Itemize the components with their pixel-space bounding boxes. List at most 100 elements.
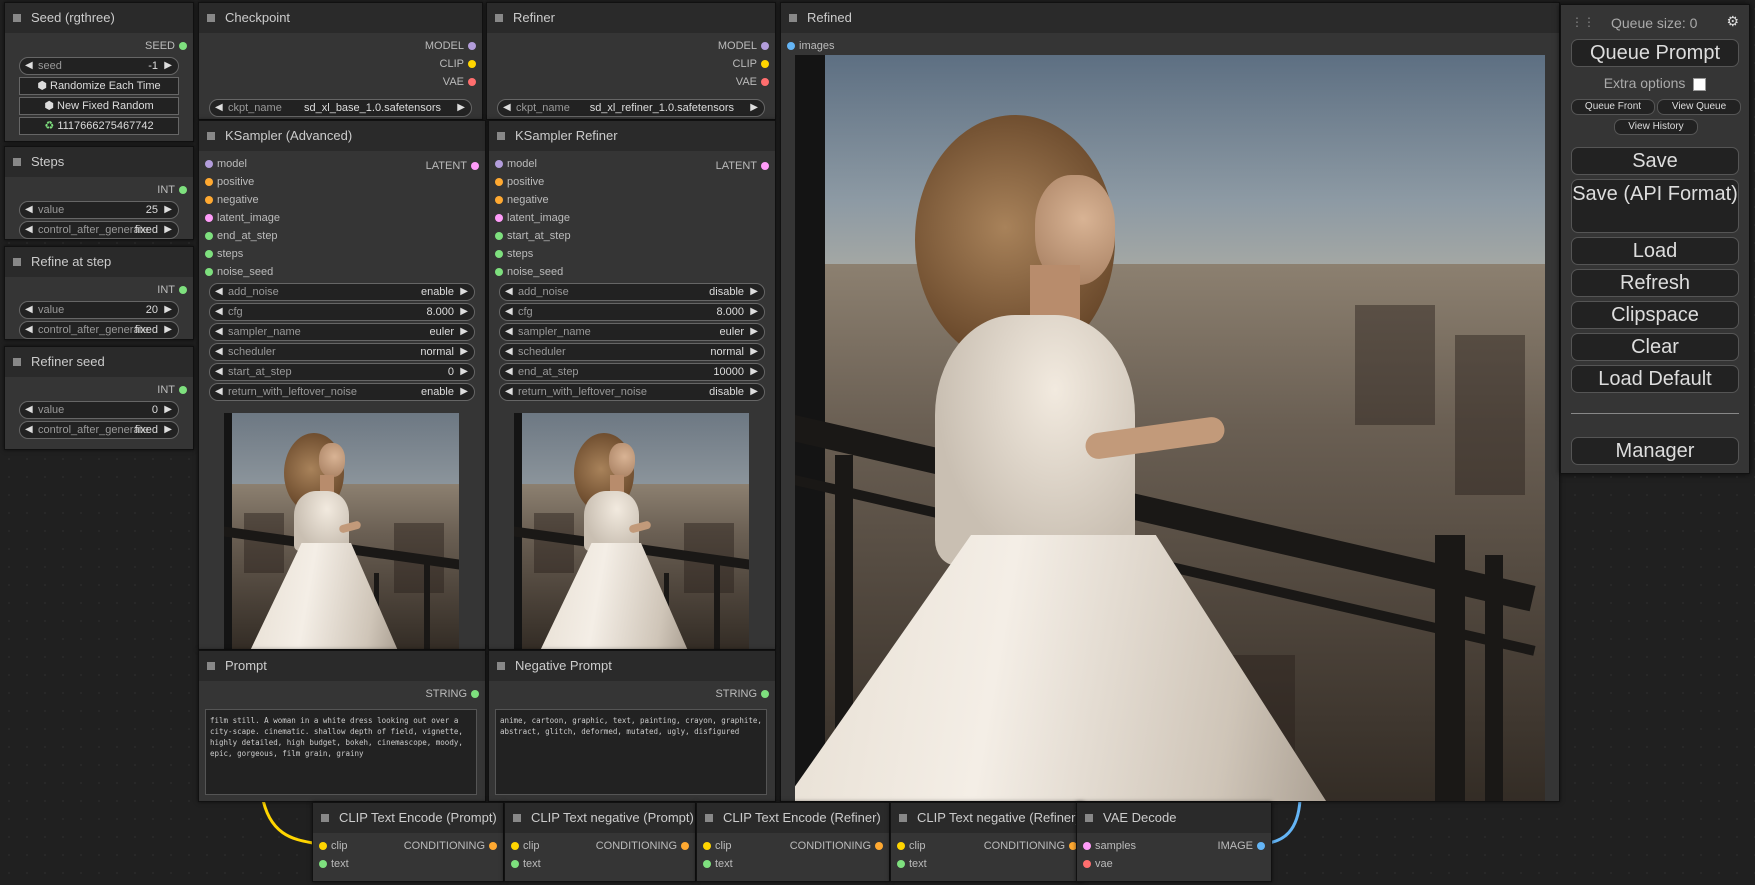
seed-node[interactable]: Seed (rgthree) SEED ◀ seed -1 ▶ ⬢ Randomize… [4,2,194,142]
vae-output[interactable]: VAE [199,73,482,91]
vae-output[interactable]: VAE [487,73,775,91]
steps-node[interactable]: Steps INT ◀ value 25 ▶ ◀ control_after_gener… [4,146,194,240]
string-output[interactable]: STRING [199,685,485,703]
positive-input[interactable]: positive [199,173,485,191]
refiner-node[interactable]: Refiner MODEL CLIP VAE ◀ ckpt_name sd_xl_r… [486,2,776,120]
clip-output[interactable]: CLIP [199,55,482,73]
steps-input[interactable]: steps [489,245,775,263]
ksampler-advanced-node[interactable]: KSampler (Advanced) LATENT model positiv… [198,120,486,650]
value-widget[interactable]: ◀ value 20 ▶ [19,301,179,319]
text-input[interactable]: text [891,855,1083,873]
save-button[interactable]: Save [1571,147,1739,175]
view-history-button[interactable]: View History [1614,119,1698,135]
images-input[interactable]: images [781,37,1559,55]
ksampler-refiner-node[interactable]: KSampler Refiner LATENT model positive n… [488,120,776,650]
noise-seed-input[interactable]: noise_seed [489,263,775,281]
model-input[interactable]: model [489,155,775,173]
node-title[interactable]: Negative Prompt [489,651,775,681]
model-output[interactable]: MODEL [487,37,775,55]
checkpoint-node[interactable]: Checkpoint MODEL CLIP VAE ◀ ckpt_name sd_x… [198,2,483,120]
clip-output[interactable]: CLIP [487,55,775,73]
refined-node[interactable]: Refined images [780,2,1560,802]
node-title[interactable]: KSampler (Advanced) [199,121,485,151]
model-input[interactable]: model [199,155,485,173]
int-output[interactable]: INT [5,381,193,399]
load-button[interactable]: Load [1571,237,1739,265]
negative-prompt-textarea[interactable]: anime, cartoon, graphic, text, painting,… [495,709,767,795]
node-title[interactable]: Refine at step [5,247,193,277]
negative-prompt-node[interactable]: Negative Prompt STRING anime, cartoon, g… [488,650,776,802]
string-output[interactable]: STRING [489,685,775,703]
refresh-button[interactable]: Refresh [1571,269,1739,297]
value-widget[interactable]: ◀ value 0 ▶ [19,401,179,419]
cfg-widget[interactable]: ◀ cfg 8.000 ▶ [209,303,475,321]
gear-icon[interactable]: ⚙ [1726,13,1739,30]
int-output[interactable]: INT [5,281,193,299]
randomize-button[interactable]: ⬢ Randomize Each Time [19,77,179,95]
steps-input[interactable]: steps [199,245,485,263]
return-leftover-widget[interactable]: ◀ return_with_leftover_noise disable ▶ [499,383,765,401]
node-title[interactable]: CLIP Text negative (Refiner) [891,803,1083,833]
end-at-step-widget[interactable]: ◀ end_at_step 10000 ▶ [499,363,765,381]
return-leftover-widget[interactable]: ◀ return_with_leftover_noise enable ▶ [209,383,475,401]
vae-input[interactable]: vae [1077,855,1271,873]
prompt-node[interactable]: Prompt STRING film still. A woman in a w… [198,650,486,802]
node-title[interactable]: Prompt [199,651,485,681]
queue-front-button[interactable]: Queue Front [1571,99,1655,115]
ckpt-name-widget[interactable]: ◀ ckpt_name sd_xl_refiner_1.0.safetensors ▶ [497,99,765,117]
node-title[interactable]: Seed (rgthree) [5,3,193,33]
clip-input[interactable]: clip [313,837,503,855]
node-title[interactable]: CLIP Text Encode (Prompt) [313,803,503,833]
cfg-widget[interactable]: ◀ cfg 8.000 ▶ [499,303,765,321]
extra-options-checkbox[interactable] [1693,77,1707,91]
clipspace-button[interactable]: Clipspace [1571,301,1739,329]
control-widget[interactable]: ◀ control_after_generate fixed ▶ [19,421,179,439]
refiner-seed-node[interactable]: Refiner seed INT ◀ value 0 ▶ ◀ control_after… [4,346,194,450]
sampler-name-widget[interactable]: ◀ sampler_name euler ▶ [209,323,475,341]
scheduler-widget[interactable]: ◀ scheduler normal ▶ [209,343,475,361]
queue-prompt-button[interactable]: Queue Prompt [1571,39,1739,67]
node-title[interactable]: CLIP Text Encode (Refiner) [697,803,889,833]
control-widget[interactable]: ◀ control_after_generate fixed ▶ [19,221,179,239]
int-output[interactable]: INT [5,181,193,199]
sampler-name-widget[interactable]: ◀ sampler_name euler ▶ [499,323,765,341]
clip-encode-refiner-node[interactable]: CLIP Text Encode (Refiner) CONDITIONING … [696,802,890,882]
clear-button[interactable]: Clear [1571,333,1739,361]
start-at-step-input[interactable]: start_at_step [489,227,775,245]
new-fixed-random-button[interactable]: ⬢ New Fixed Random [19,97,179,115]
negative-input[interactable]: negative [199,191,485,209]
text-input[interactable]: text [505,855,695,873]
latent-image-input[interactable]: latent_image [489,209,775,227]
scheduler-widget[interactable]: ◀ scheduler normal ▶ [499,343,765,361]
clip-input[interactable]: clip [505,837,695,855]
ckpt-name-widget[interactable]: ◀ ckpt_name sd_xl_base_1.0.safetensors ▶ [209,99,472,117]
clip-negative-refiner-node[interactable]: CLIP Text negative (Refiner) CONDITIONIN… [890,802,1084,882]
model-output[interactable]: MODEL [199,37,482,55]
node-title[interactable]: Checkpoint [199,3,482,33]
node-title[interactable]: Steps [5,147,193,177]
clip-negative-prompt-node[interactable]: CLIP Text negative (Prompt) CONDITIONING… [504,802,696,882]
noise-seed-input[interactable]: noise_seed [199,263,485,281]
text-input[interactable]: text [697,855,889,873]
vae-decode-node[interactable]: VAE Decode IMAGE samples vae [1076,802,1272,882]
load-default-button[interactable]: Load Default [1571,365,1739,393]
prompt-textarea[interactable]: film still. A woman in a white dress loo… [205,709,477,795]
text-input[interactable]: text [313,855,503,873]
save-api-button[interactable]: Save (API Format) [1571,179,1739,233]
end-at-step-input[interactable]: end_at_step [199,227,485,245]
control-widget[interactable]: ◀ control_after_generate fixed ▶ [19,321,179,339]
node-title[interactable]: Refined [781,3,1559,33]
start-at-step-widget[interactable]: ◀ start_at_step 0 ▶ [209,363,475,381]
samples-input[interactable]: samples [1077,837,1271,855]
drag-handle-icon[interactable]: ⋮⋮ [1571,15,1595,29]
add-noise-widget[interactable]: ◀ add_noise disable ▶ [499,283,765,301]
latent-image-input[interactable]: latent_image [199,209,485,227]
clip-input[interactable]: clip [891,837,1083,855]
refine-at-step-node[interactable]: Refine at step INT ◀ value 20 ▶ ◀ control_af… [4,246,194,340]
node-title[interactable]: VAE Decode [1077,803,1271,833]
last-seed-button[interactable]: ♻ 1117666275467742 [19,117,179,135]
negative-input[interactable]: negative [489,191,775,209]
seed-widget[interactable]: ◀ seed -1 ▶ [19,57,179,75]
node-title[interactable]: Refiner seed [5,347,193,377]
seed-output[interactable]: SEED [5,37,193,55]
